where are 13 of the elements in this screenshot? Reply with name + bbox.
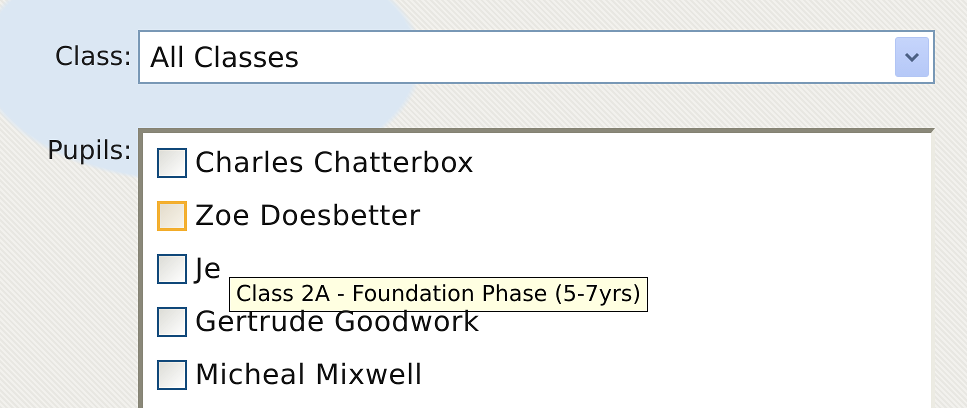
checkbox[interactable]: [157, 148, 187, 178]
pupils-label: Pupils:: [46, 136, 132, 166]
pupil-name[interactable]: Micheal Mixwell: [195, 358, 423, 391]
checkbox[interactable]: [157, 360, 187, 390]
checkbox[interactable]: [157, 306, 187, 336]
pupil-name[interactable]: Charles Chatterbox: [195, 146, 474, 179]
tooltip: Class 2A - Foundation Phase (5-7yrs): [229, 277, 648, 312]
checkbox[interactable]: [157, 200, 187, 230]
checkbox[interactable]: [157, 254, 187, 284]
pupil-name[interactable]: Je: [195, 252, 222, 285]
class-label: Class:: [54, 42, 132, 72]
pupil-name[interactable]: Zoe Doesbetter: [195, 199, 421, 232]
class-dropdown[interactable]: All Classes: [138, 30, 935, 84]
